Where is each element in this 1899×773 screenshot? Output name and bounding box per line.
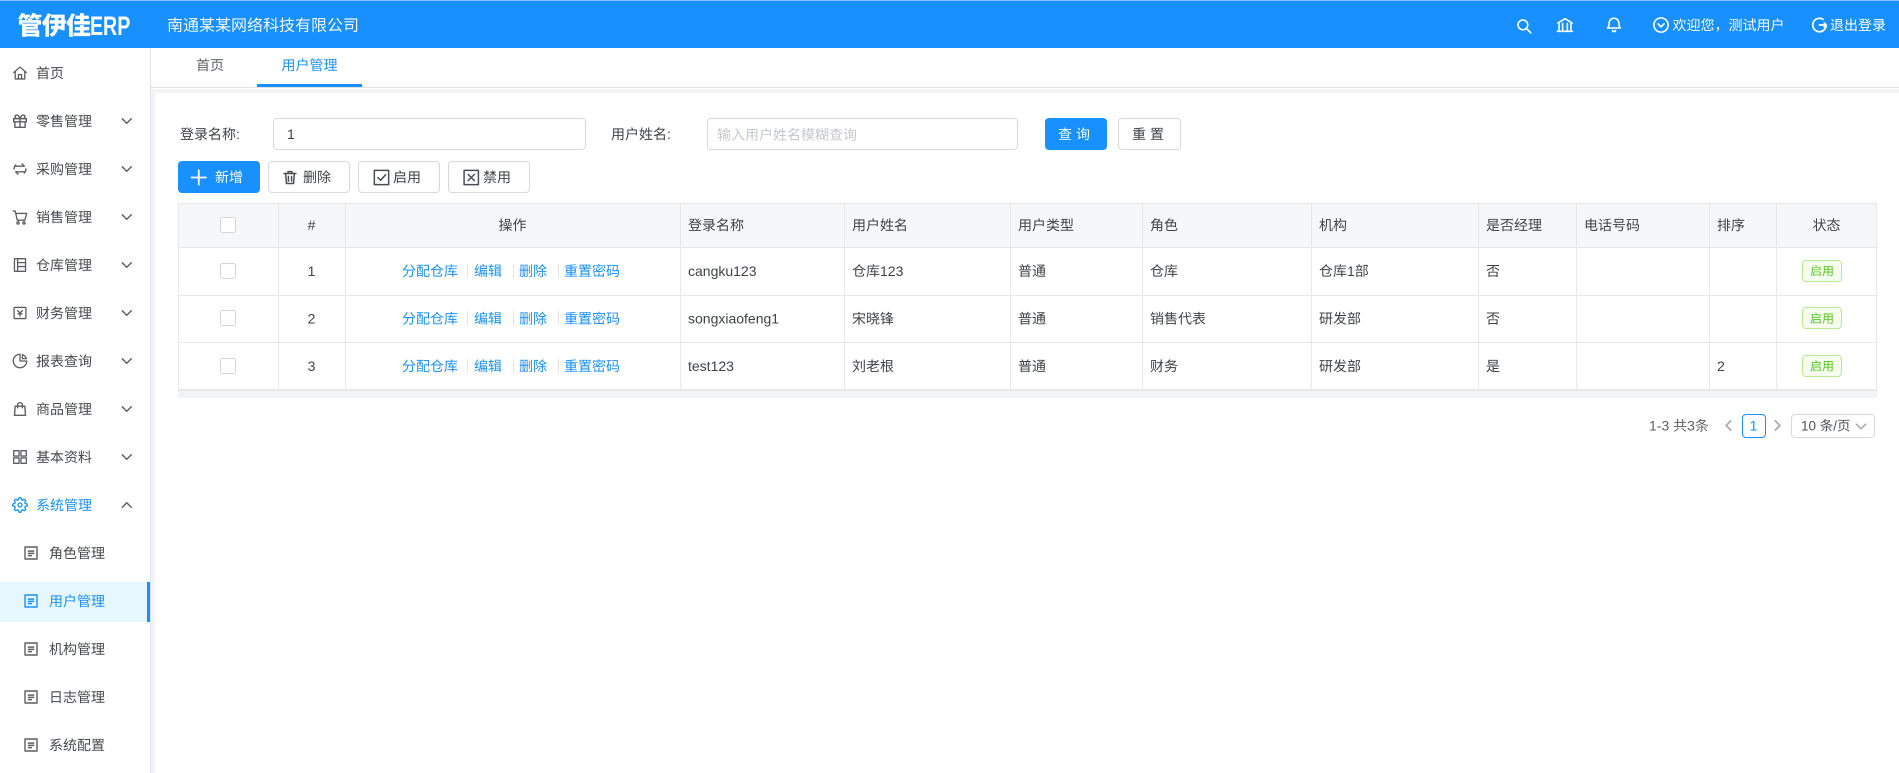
- svg-text:3: 3: [1687, 418, 1695, 434]
- svg-text::: :: [236, 126, 240, 142]
- svg-text:1-3: 1-3: [1649, 418, 1669, 434]
- svg-text::: :: [667, 126, 671, 142]
